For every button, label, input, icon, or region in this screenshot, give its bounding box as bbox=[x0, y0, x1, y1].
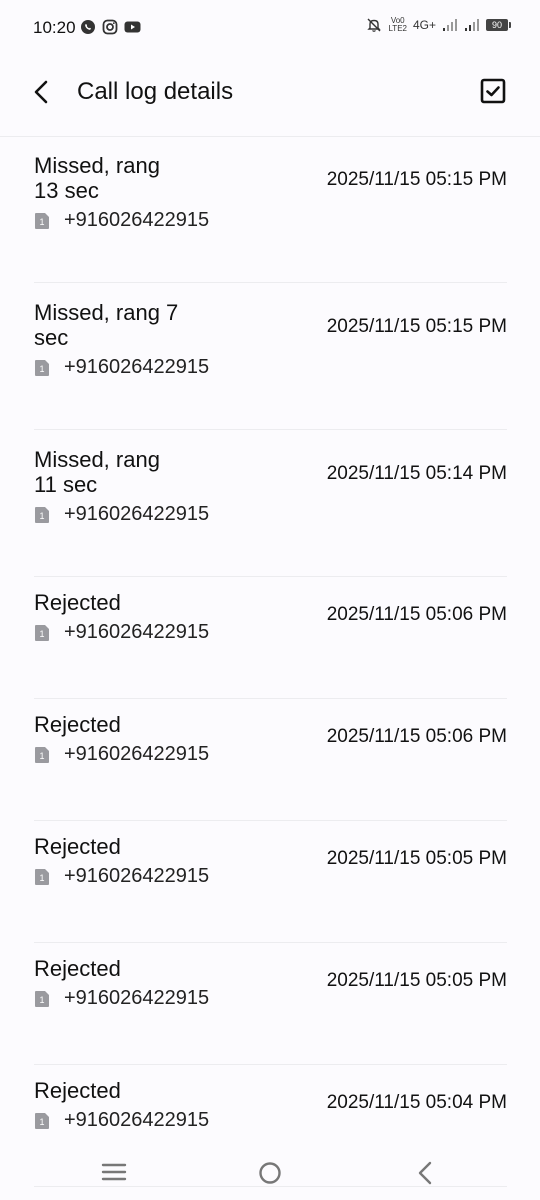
notification-icons bbox=[80, 19, 141, 35]
whatsapp-icon bbox=[81, 20, 95, 34]
menu-icon[interactable] bbox=[101, 1161, 127, 1183]
sim-slot-label: 1 bbox=[39, 751, 44, 761]
signal-icon-2 bbox=[465, 19, 479, 31]
number-row: 1 +916026422915 bbox=[34, 621, 209, 644]
system-status-icons: Vo0 LTE2 4G+ 90 bbox=[366, 16, 511, 33]
status-time: 10:20 bbox=[33, 18, 76, 37]
sim-card-icon: 1 bbox=[35, 212, 49, 229]
number-row: 1 +916026422915 bbox=[34, 1109, 209, 1132]
call-timestamp: 2025/11/15 05:06 PM bbox=[326, 604, 507, 625]
call-status: Rejected bbox=[34, 834, 121, 859]
phone-number: +916026422915 bbox=[64, 865, 210, 887]
call-timestamp: 2025/11/15 05:06 PM bbox=[326, 726, 507, 747]
back-button[interactable] bbox=[26, 76, 58, 108]
sim-card-icon: 1 bbox=[35, 990, 49, 1007]
sim-card-icon: 1 bbox=[35, 506, 49, 523]
sim-slot-label: 1 bbox=[39, 873, 44, 883]
phone-number: +916026422915 bbox=[64, 743, 210, 765]
phone-number: +916026422915 bbox=[64, 621, 210, 643]
call-status: Rejected bbox=[34, 590, 121, 615]
sim-slot-label: 1 bbox=[39, 1117, 44, 1127]
call-log-item[interactable]: Rejected 1 +916026422915 2025/11/15 05:06 P… bbox=[34, 699, 507, 821]
call-status: Missed, rang 13 sec bbox=[34, 153, 160, 203]
call-timestamp: 2025/11/15 05:05 PM bbox=[326, 848, 507, 869]
call-log-item[interactable]: Missed, rang 11 sec 1 +916026422915 2025/11… bbox=[34, 430, 507, 577]
call-status: Rejected bbox=[34, 956, 121, 981]
call-status: Rejected bbox=[34, 712, 121, 737]
number-row: 1 +916026422915 bbox=[34, 356, 209, 379]
app-bar: Call log details bbox=[0, 56, 540, 137]
battery-icon: 90 bbox=[486, 19, 511, 31]
call-status: Missed, rang 11 sec bbox=[34, 447, 160, 497]
number-row: 1 +916026422915 bbox=[34, 743, 209, 766]
home-icon[interactable] bbox=[258, 1161, 282, 1185]
status-bar: 10:20 Vo0 LTE2 4G+ 90 bbox=[0, 0, 540, 56]
page-title: Call log details bbox=[77, 78, 234, 105]
sim-slot-label: 1 bbox=[39, 364, 44, 374]
sim-card-icon: 1 bbox=[35, 1112, 49, 1129]
select-checkbox-icon[interactable] bbox=[480, 78, 506, 104]
number-row: 1 +916026422915 bbox=[34, 987, 209, 1010]
volte-indicator: Vo0 LTE2 bbox=[388, 16, 407, 33]
sim-slot-label: 1 bbox=[39, 629, 44, 639]
call-status: Missed, rang 7 sec bbox=[34, 300, 179, 350]
instagram-icon bbox=[102, 19, 118, 35]
number-row: 1 +916026422915 bbox=[34, 865, 209, 888]
phone-number: +916026422915 bbox=[64, 209, 210, 231]
navigation-bar bbox=[0, 1145, 540, 1200]
youtube-icon bbox=[124, 21, 141, 33]
sim-card-icon: 1 bbox=[35, 746, 49, 763]
phone-number: +916026422915 bbox=[64, 1109, 210, 1131]
call-log-item[interactable]: Rejected 1 +916026422915 2025/11/15 05:05 P… bbox=[34, 943, 507, 1065]
network-type: 4G+ bbox=[412, 18, 436, 32]
call-timestamp: 2025/11/15 05:15 PM bbox=[326, 316, 507, 337]
phone-number: +916026422915 bbox=[64, 987, 210, 1009]
call-timestamp: 2025/11/15 05:14 PM bbox=[326, 463, 507, 484]
call-timestamp: 2025/11/15 05:04 PM bbox=[326, 1092, 507, 1113]
call-status: Rejected bbox=[34, 1078, 121, 1103]
phone-number: +916026422915 bbox=[64, 503, 210, 525]
call-log-item[interactable]: Missed, rang 7 sec 1 +916026422915 2025/11/… bbox=[34, 283, 507, 430]
call-timestamp: 2025/11/15 05:15 PM bbox=[326, 169, 507, 190]
call-log-item[interactable]: Rejected 1 +916026422915 2025/11/15 05:06 P… bbox=[34, 577, 507, 699]
phone-number: +916026422915 bbox=[64, 356, 210, 378]
number-row: 1 +916026422915 bbox=[34, 209, 209, 232]
sim-slot-label: 1 bbox=[39, 995, 44, 1005]
signal-icon bbox=[443, 19, 457, 31]
sim-card-icon: 1 bbox=[35, 359, 49, 376]
mute-bell-icon bbox=[367, 18, 382, 32]
sim-slot-label: 1 bbox=[39, 511, 44, 521]
call-timestamp: 2025/11/15 05:05 PM bbox=[326, 970, 507, 991]
call-log-item[interactable]: Rejected 1 +916026422915 2025/11/15 05:05 P… bbox=[34, 821, 507, 943]
call-log-item[interactable]: Missed, rang 13 sec 1 +916026422915 2025/11… bbox=[34, 136, 507, 283]
sim-card-icon: 1 bbox=[35, 868, 49, 885]
nav-back-icon[interactable] bbox=[414, 1160, 436, 1186]
call-log-list: Missed, rang 13 sec 1 +916026422915 2025/11… bbox=[34, 136, 507, 1187]
sim-card-icon: 1 bbox=[35, 624, 49, 641]
number-row: 1 +916026422915 bbox=[34, 503, 209, 526]
sim-slot-label: 1 bbox=[39, 217, 44, 227]
